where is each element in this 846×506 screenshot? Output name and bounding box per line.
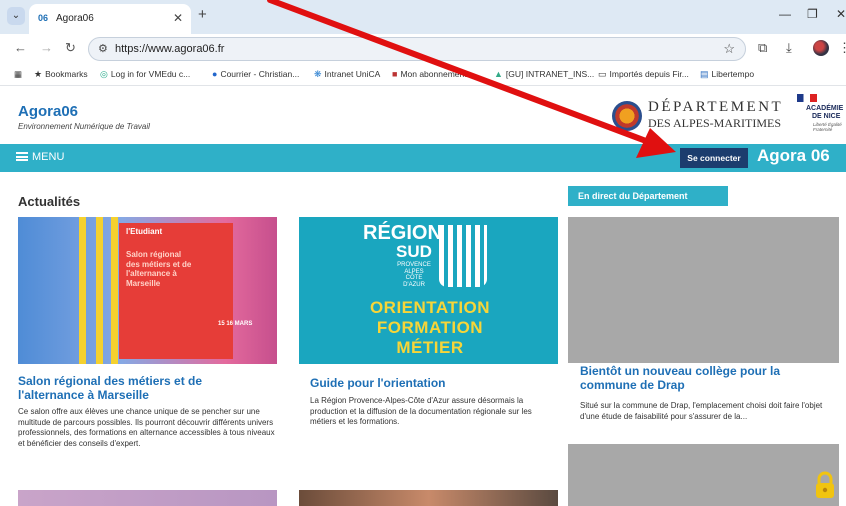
bookmarks-star-icon: ★ <box>34 69 43 79</box>
poster-brand: l'Etudiant <box>126 227 163 236</box>
folder-icon: ▭ <box>598 69 607 79</box>
browser-tabstrip: ⌄ 06 Agora06 ✕ + — ❐ ✕ <box>0 0 846 34</box>
bookmark-item[interactable]: ■ Mon abonnement <box>392 69 467 79</box>
menu-button[interactable]: MENU <box>16 151 64 163</box>
reload-icon[interactable]: ↻ <box>65 40 76 56</box>
bookmark-star-icon[interactable]: ☆ <box>723 41 735 57</box>
department-card-title[interactable]: Bientôt un nouveau collège pour la commu… <box>580 364 830 392</box>
bookmark-item[interactable]: ◎ Log in for VMEdu c... <box>100 69 190 80</box>
extensions-icon[interactable]: ⧉ <box>758 40 767 56</box>
tab-favicon: 06 <box>38 13 49 23</box>
new-tab-plus-icon[interactable]: + <box>198 6 207 23</box>
bookmark-label: Log in for VMEdu c... <box>110 69 191 79</box>
academie-line2: DE NICE <box>812 113 841 120</box>
menu-label: MENU <box>32 151 65 163</box>
bookmark-item[interactable]: ★ Bookmarks <box>34 69 88 80</box>
bookmark-item[interactable]: ▤ Libertempo <box>700 69 754 80</box>
libertempo-icon: ▤ <box>700 69 709 79</box>
bookmark-item[interactable]: ▭ Importés depuis Fir... <box>598 69 689 80</box>
academie-motto: Liberté Égalité Fraternité <box>813 122 842 132</box>
site-info-icon[interactable]: ⚙ <box>98 42 108 55</box>
bookmark-item[interactable]: ● Courrier - Christian... <box>212 69 299 79</box>
bookmark-label: Mon abonnement <box>400 69 467 79</box>
forward-arrow-icon[interactable]: → <box>40 40 53 55</box>
bookmark-item[interactable]: ❋ Intranet UniCA <box>314 69 380 80</box>
bookmark-label: [GU] INTRANET_INS... <box>505 69 595 79</box>
restore-icon[interactable]: ❐ <box>807 7 818 21</box>
bookmark-label: Courrier - Christian... <box>220 69 300 79</box>
tab-close-icon[interactable]: ✕ <box>173 11 183 25</box>
poster-dates: 15 16 MARS <box>218 321 253 327</box>
address-bar[interactable]: ⚙ https://www.agora06.fr ☆ <box>88 37 746 61</box>
department-section-badge: En direct du Département <box>568 186 728 206</box>
bookmark-label: Intranet UniCA <box>324 69 381 79</box>
department-card-image[interactable] <box>568 217 839 363</box>
subscription-icon: ■ <box>392 69 398 79</box>
minimize-icon[interactable]: — <box>779 7 791 21</box>
profile-avatar[interactable] <box>813 40 829 56</box>
departement-name-line2: DES ALPES-MARITIMES <box>648 116 782 130</box>
french-flag-icon <box>797 94 817 102</box>
news-card-2-title[interactable]: Guide pour l'orientation <box>310 376 550 390</box>
region-line3: PROVENCE ALPES CÔTE D'AZUR <box>397 262 431 288</box>
site-brand-subtitle: Environnement Numérique de Travail <box>18 122 150 131</box>
news-card-1-title[interactable]: Salon régional des métiers et de l'alter… <box>18 374 268 402</box>
bookmark-item[interactable]: ▲ [GU] INTRANET_INS... <box>494 69 594 79</box>
browser-menu-icon[interactable]: ⋮ <box>838 40 846 56</box>
browser-toolbar: ← → ↻ ⚙ https://www.agora06.fr ☆ ⧉ ⤓ ⋮ <box>0 34 846 64</box>
hamburger-icon <box>16 152 28 161</box>
poster-stripe <box>79 217 86 364</box>
departement-logo-icon[interactable] <box>612 101 642 131</box>
close-window-icon[interactable]: ✕ <box>836 7 846 21</box>
navbar-brand: Agora 06 <box>757 146 830 165</box>
site-header: Agora06 Environnement Numérique de Trava… <box>0 86 846 144</box>
download-icon[interactable]: ⤓ <box>786 40 792 56</box>
news-card-1-text: Ce salon offre aux élèves une chance uni… <box>18 407 275 448</box>
departement-name-line1: DÉPARTEMENT <box>648 99 784 115</box>
site-brand-title[interactable]: Agora06 <box>18 103 78 120</box>
back-arrow-icon[interactable]: ← <box>14 40 27 55</box>
poster-text: Salon régional des métiers et de l'alter… <box>126 250 192 288</box>
academie-line1: ACADÉMIE <box>806 105 844 112</box>
tab-title: Agora06 <box>56 13 94 24</box>
vmedu-icon: ◎ <box>100 69 108 79</box>
padlock-icon[interactable] <box>814 470 836 500</box>
address-url: https://www.agora06.fr <box>115 43 225 55</box>
bookmark-label: Bookmarks <box>45 69 88 79</box>
bookmark-label: Libertempo <box>711 69 755 79</box>
tab-search-chevron-icon[interactable]: ⌄ <box>7 7 25 25</box>
bookmark-label: Importés depuis Fir... <box>609 69 689 79</box>
login-button[interactable]: Se connecter <box>680 148 748 168</box>
news-card-3-image[interactable] <box>18 490 277 506</box>
region-shield-icon <box>439 225 487 287</box>
region-line2: SUD <box>396 242 432 261</box>
news-card-2-text: La Région Provence-Alpes-Côte d'Azur ass… <box>310 396 532 426</box>
browser-tab-agora06[interactable]: 06 Agora06 ✕ <box>29 4 191 34</box>
poster-red-panel <box>119 223 233 359</box>
intranet-icon: ❋ <box>314 69 322 79</box>
poster-stripe <box>111 217 118 364</box>
news-card-2-image[interactable]: RÉGION SUD PROVENCE ALPES CÔTE D'AZUR OR… <box>299 217 558 364</box>
department-card-text: Situé sur la commune de Drap, l'emplacem… <box>580 401 823 421</box>
news-card-1-image[interactable]: l'Etudiant Salon régional des métiers et… <box>18 217 277 364</box>
orientation-text: ORIENTATION FORMATION MÉTIER <box>369 298 491 357</box>
bookmarks-bar: ▦ ★ Bookmarks ◎ Log in for VMEdu c... ● Cou… <box>0 64 846 86</box>
department-card-2-image[interactable] <box>568 444 839 506</box>
apps-grid-icon[interactable]: ▦ <box>14 69 22 80</box>
news-section-title: Actualités <box>18 194 81 209</box>
news-card-4-image[interactable] <box>299 490 558 506</box>
mail-icon: ● <box>212 69 218 79</box>
gu-intranet-icon: ▲ <box>494 69 503 79</box>
poster-stripe <box>96 217 103 364</box>
